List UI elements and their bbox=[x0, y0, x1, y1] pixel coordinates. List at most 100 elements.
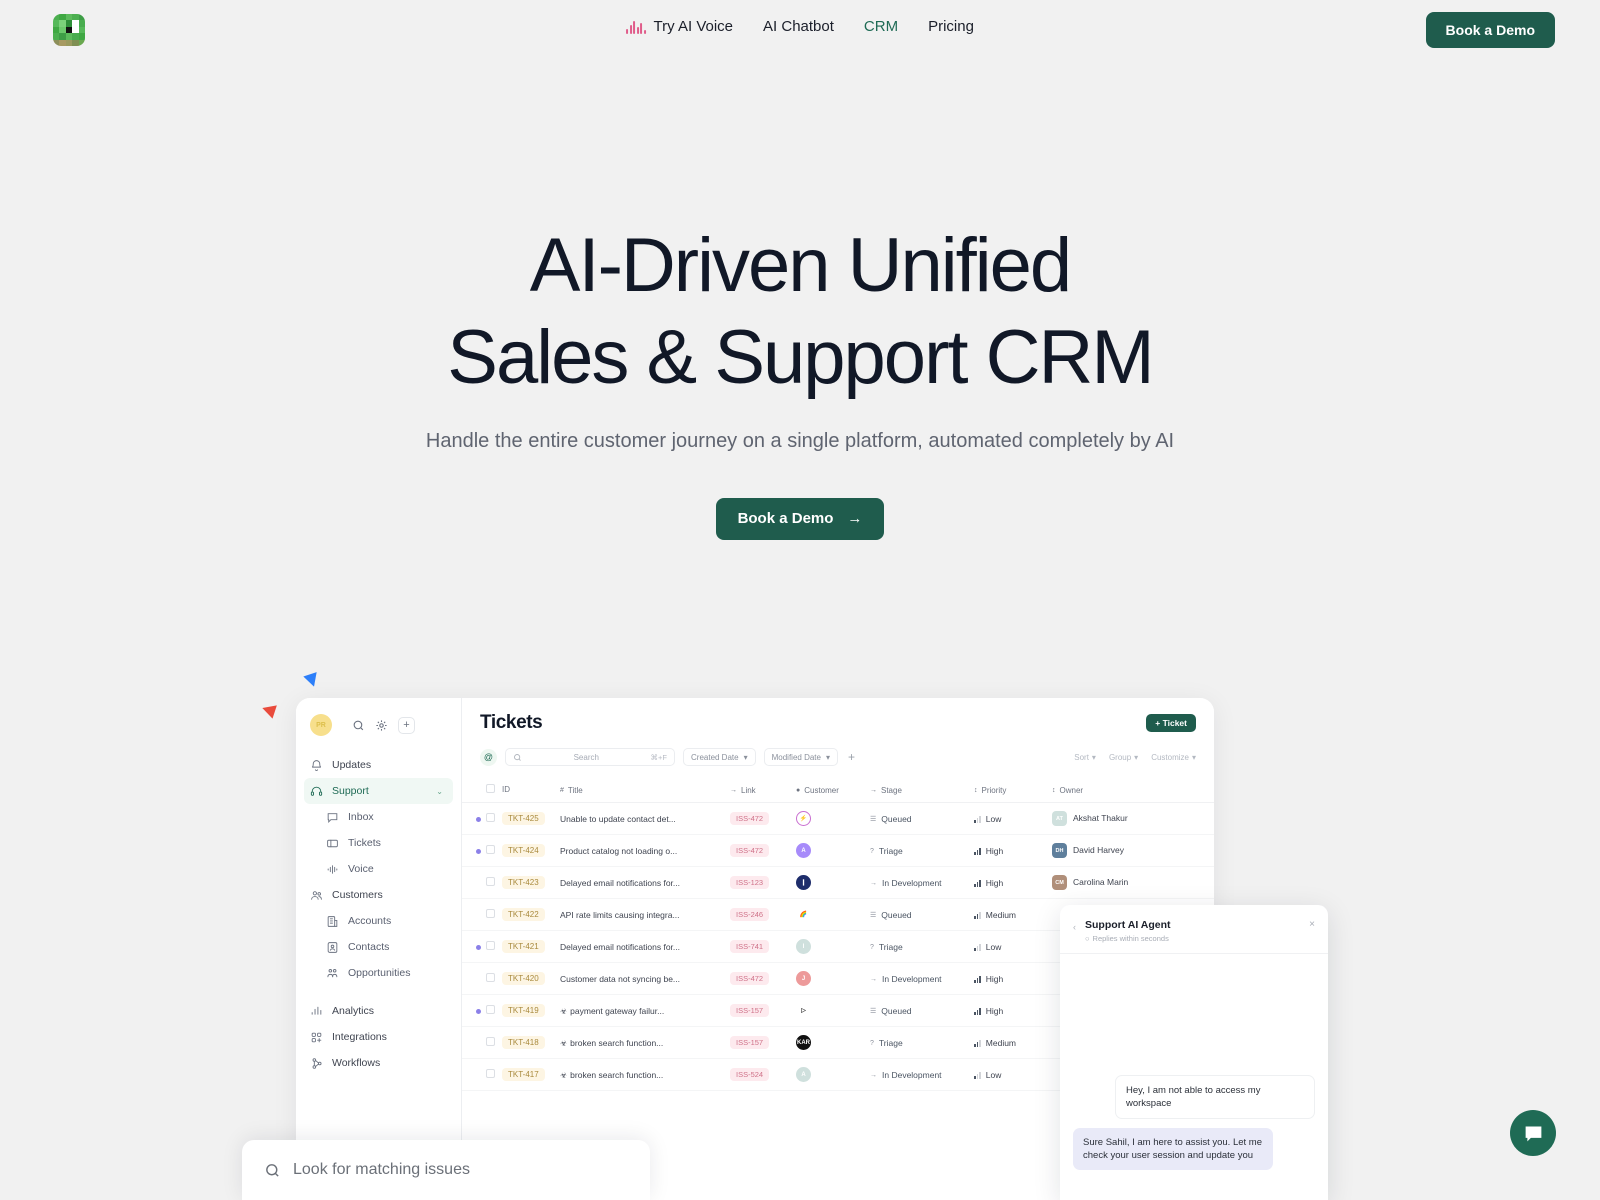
nav-link-pricing[interactable]: Pricing bbox=[928, 18, 974, 35]
issue-link-badge[interactable]: ISS-157 bbox=[730, 1004, 770, 1017]
sidebar-item-voice[interactable]: Voice bbox=[296, 856, 461, 882]
table-row[interactable]: TKT-423 Delayed email notifications for..… bbox=[462, 866, 1214, 899]
column-header-title[interactable]: # Title bbox=[560, 778, 730, 803]
row-checkbox[interactable] bbox=[486, 962, 502, 995]
cell-title: ☣ broken search function... bbox=[560, 1058, 730, 1091]
sidebar-item-tickets[interactable]: Tickets bbox=[296, 830, 461, 856]
ticket-id-badge[interactable]: TKT-420 bbox=[502, 972, 545, 985]
search-icon bbox=[514, 753, 521, 761]
customer-avatar: A bbox=[796, 843, 811, 858]
chevron-down-icon[interactable]: ⌄ bbox=[436, 787, 443, 796]
book-a-demo-button-hero[interactable]: Book a Demo → bbox=[715, 497, 885, 540]
ticket-id-badge[interactable]: TKT-425 bbox=[502, 812, 545, 825]
issue-link-badge[interactable]: ISS-472 bbox=[730, 844, 770, 857]
ticket-id-badge[interactable]: TKT-417 bbox=[502, 1068, 545, 1081]
issue-link-badge[interactable]: ISS-246 bbox=[730, 908, 770, 921]
add-filter-button[interactable]: + bbox=[848, 750, 855, 764]
nav-links: Try AI Voice AI Chatbot CRM Pricing bbox=[626, 18, 974, 35]
sidebar-item-analytics[interactable]: Analytics bbox=[296, 998, 461, 1024]
row-checkbox[interactable] bbox=[486, 994, 502, 1027]
table-row[interactable]: TKT-425 Unable to update contact det... IS… bbox=[462, 802, 1214, 835]
row-checkbox[interactable] bbox=[486, 1058, 502, 1091]
issue-link-badge[interactable]: ISS-472 bbox=[730, 812, 770, 825]
option-customize[interactable]: Customize ▾ bbox=[1151, 753, 1196, 762]
sidebar-item-label: Integrations bbox=[332, 1031, 387, 1043]
search-icon[interactable] bbox=[352, 719, 365, 732]
gear-icon[interactable] bbox=[375, 719, 388, 732]
row-checkbox[interactable] bbox=[486, 898, 502, 931]
row-checkbox[interactable] bbox=[486, 930, 502, 963]
table-row[interactable]: TKT-424 Product catalog not loading o... I… bbox=[462, 834, 1214, 867]
priority-bars-icon bbox=[974, 815, 981, 823]
add-button[interactable]: + bbox=[398, 716, 415, 734]
column-header-priority[interactable]: ↕ Priority bbox=[974, 778, 1052, 803]
issue-link-badge[interactable]: ISS-123 bbox=[730, 876, 770, 889]
column-header-owner[interactable]: ↕ Owner bbox=[1052, 778, 1214, 803]
cell-link: ISS-157 bbox=[730, 994, 796, 1027]
ticket-id-badge[interactable]: TKT-423 bbox=[502, 876, 545, 889]
new-ticket-button[interactable]: + Ticket bbox=[1146, 714, 1196, 732]
mention-icon[interactable]: @ bbox=[480, 748, 497, 766]
row-checkbox[interactable] bbox=[486, 802, 502, 835]
nav-link-ai-chatbot[interactable]: AI Chatbot bbox=[763, 18, 834, 35]
priority-label: High bbox=[985, 877, 1004, 888]
cell-priority: Low bbox=[974, 1058, 1052, 1091]
search-input[interactable]: Search ⌘+F bbox=[505, 748, 675, 766]
cell-id: TKT-422 bbox=[502, 898, 560, 931]
chat-messages: Hey, I am not able to access my workspac… bbox=[1060, 954, 1328, 1184]
row-indicator bbox=[462, 1058, 486, 1091]
ticket-title: Customer data not syncing be... bbox=[560, 973, 681, 984]
contact-card-icon bbox=[327, 941, 338, 953]
option-label: Customize bbox=[1151, 752, 1189, 762]
ticket-id-badge[interactable]: TKT-421 bbox=[502, 940, 545, 953]
ticket-id-badge[interactable]: TKT-418 bbox=[502, 1036, 545, 1049]
cell-link: ISS-246 bbox=[730, 898, 796, 931]
avatar[interactable]: PR bbox=[310, 714, 332, 736]
column-header-link[interactable]: → Link bbox=[730, 778, 796, 803]
sidebar-item-contacts[interactable]: Contacts bbox=[296, 934, 461, 960]
ticket-id-badge[interactable]: TKT-419 bbox=[502, 1004, 545, 1017]
sidebar-item-inbox[interactable]: Inbox bbox=[296, 804, 461, 830]
column-icon: ● bbox=[796, 786, 801, 794]
nav-link-try-ai-voice[interactable]: Try AI Voice bbox=[626, 18, 733, 35]
ticket-id-badge[interactable]: TKT-422 bbox=[502, 908, 545, 921]
select-all-checkbox[interactable] bbox=[486, 778, 502, 803]
sidebar-item-accounts[interactable]: Accounts bbox=[296, 908, 461, 934]
column-header-stage[interactable]: → Stage bbox=[870, 778, 974, 803]
sidebar-item-support[interactable]: Support ⌄ bbox=[304, 778, 453, 804]
issue-link-badge[interactable]: ISS-741 bbox=[730, 940, 770, 953]
workflow-icon bbox=[312, 1057, 322, 1069]
ticket-id-badge[interactable]: TKT-424 bbox=[502, 844, 545, 857]
sidebar-item-workflows[interactable]: Workflows bbox=[296, 1050, 461, 1076]
column-header-id[interactable]: ID bbox=[502, 778, 560, 803]
column-label: Title bbox=[567, 785, 583, 795]
option-sort[interactable]: Sort ▾ bbox=[1074, 753, 1096, 762]
issue-link-badge[interactable]: ISS-157 bbox=[730, 1036, 770, 1049]
row-checkbox[interactable] bbox=[486, 834, 502, 867]
filter-created-date[interactable]: Created Date ▾ bbox=[683, 748, 756, 766]
sidebar-item-updates[interactable]: Updates bbox=[296, 752, 461, 778]
cell-title: Unable to update contact det... bbox=[560, 802, 730, 835]
sidebar-item-customers[interactable]: Customers bbox=[296, 882, 461, 908]
sidebar-item-integrations[interactable]: Integrations bbox=[296, 1024, 461, 1050]
issue-link-badge[interactable]: ISS-524 bbox=[730, 1068, 770, 1081]
row-checkbox[interactable] bbox=[486, 866, 502, 899]
filter-modified-date[interactable]: Modified Date ▾ bbox=[763, 748, 838, 766]
chat-bubble-fab[interactable] bbox=[1510, 1110, 1556, 1156]
book-a-demo-button-header[interactable]: Book a Demo bbox=[1425, 12, 1555, 48]
pixel-logo[interactable] bbox=[53, 14, 85, 46]
row-checkbox[interactable] bbox=[486, 1026, 502, 1059]
issue-link-badge[interactable]: ISS-472 bbox=[730, 972, 770, 985]
priority-label: Low bbox=[985, 813, 1002, 824]
sidebar-item-opportunities[interactable]: Opportunities bbox=[296, 960, 461, 986]
bug-icon: ☣ bbox=[560, 1070, 568, 1080]
column-header-customer[interactable]: ● Customer bbox=[796, 778, 870, 803]
cell-id: TKT-417 bbox=[502, 1058, 560, 1091]
back-icon[interactable]: ‹ bbox=[1073, 922, 1076, 932]
ticket-title: Delayed email notifications for... bbox=[560, 941, 681, 952]
chat-icon bbox=[327, 812, 338, 823]
option-group[interactable]: Group ▾ bbox=[1109, 753, 1138, 762]
close-icon[interactable]: × bbox=[1309, 919, 1315, 930]
matching-issues-search[interactable]: Look for matching issues bbox=[242, 1140, 650, 1200]
nav-link-crm[interactable]: CRM bbox=[864, 18, 898, 35]
